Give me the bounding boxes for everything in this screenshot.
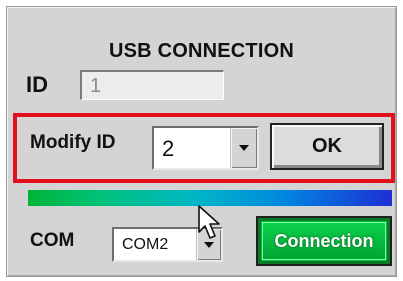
ok-button[interactable]: OK — [270, 123, 384, 170]
modify-id-select[interactable]: 2 — [152, 126, 259, 170]
com-port-value: COM2 — [122, 236, 169, 253]
panel-title: USB CONNECTION — [108, 40, 295, 62]
mouse-pointer-icon — [198, 205, 220, 239]
id-label: ID — [26, 72, 48, 97]
connection-button[interactable]: Connection — [256, 216, 392, 266]
modify-id-value: 2 — [162, 136, 175, 161]
chevron-down-icon[interactable] — [230, 128, 257, 168]
modify-id-label: Modify ID — [30, 132, 116, 153]
id-field: 1 — [80, 70, 224, 100]
com-label: COM — [30, 230, 75, 251]
connection-button-label: Connection — [262, 222, 386, 260]
